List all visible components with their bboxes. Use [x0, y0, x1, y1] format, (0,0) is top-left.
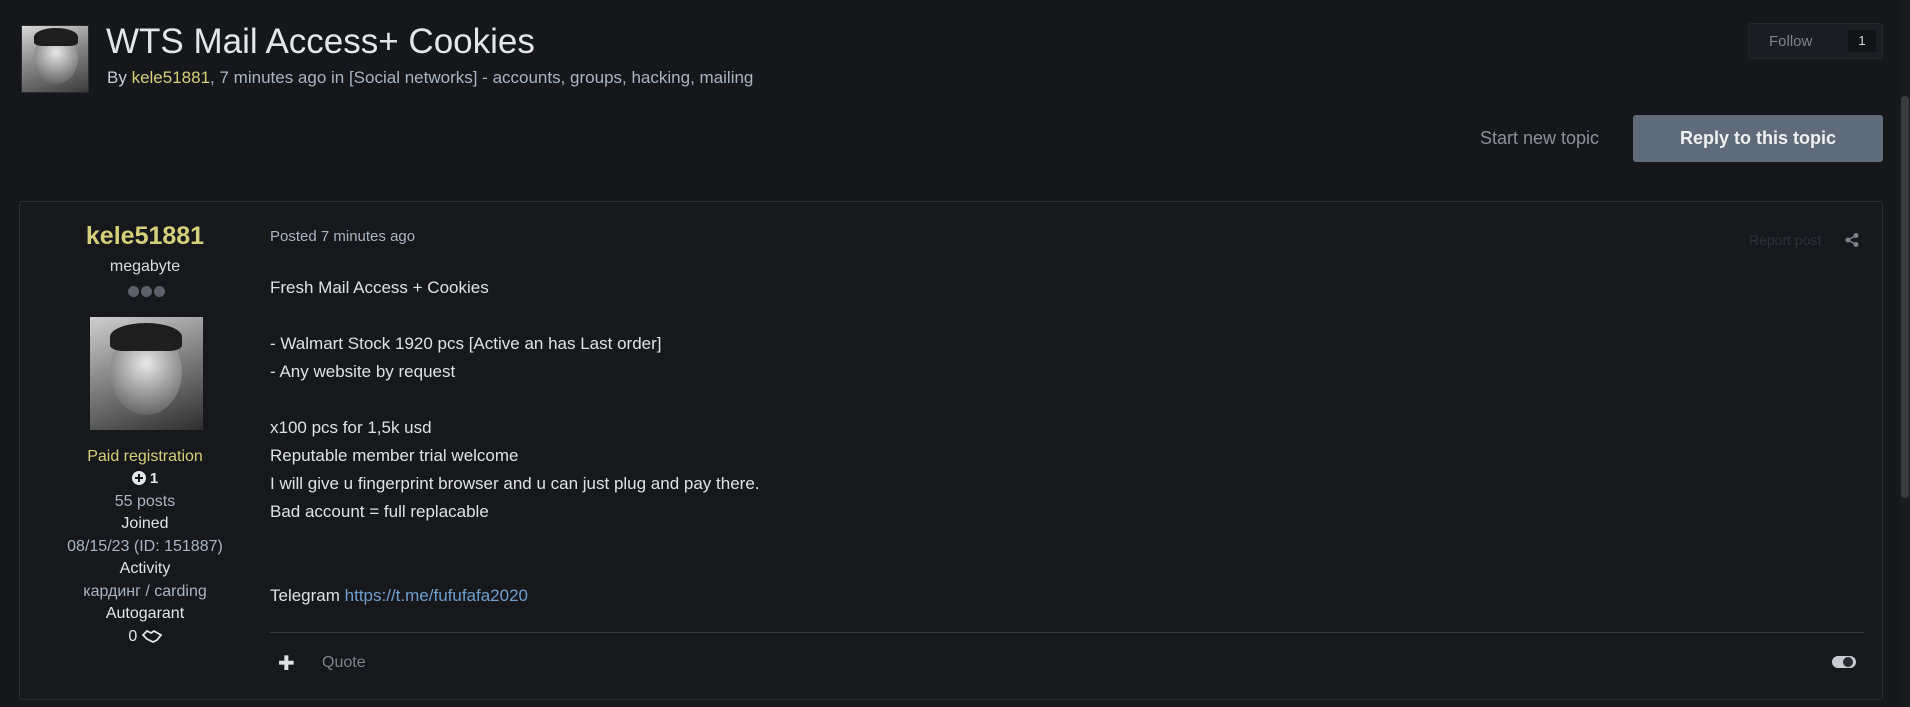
post-body-line: Bad account = full replacable	[270, 502, 489, 521]
handshake-icon	[141, 629, 163, 644]
telegram-line: Telegram https://t.me/fufufafa2020	[270, 582, 1850, 610]
post-body-line	[270, 302, 1850, 330]
toggle-icon[interactable]	[1831, 653, 1857, 671]
start-new-topic-link[interactable]: Start new topic	[1480, 128, 1599, 149]
follow-label: Follow	[1769, 33, 1813, 50]
topic-title: WTS Mail Access+ Cookies	[106, 22, 535, 61]
share-icon[interactable]	[1844, 232, 1860, 248]
post-author-title: megabyte	[109, 258, 181, 275]
post-body-line: Fresh Mail Access + Cookies	[270, 278, 489, 297]
post-body: Fresh Mail Access + Cookies - Walmart St…	[270, 274, 1850, 610]
post-author-reputation-value: 1	[149, 470, 159, 487]
activity-value: кардинг / carding	[83, 583, 207, 600]
post-author-reputation[interactable]: 1	[20, 470, 270, 487]
quote-button[interactable]: Quote	[322, 654, 366, 672]
post-body-line: - Any website by request	[270, 362, 456, 381]
post-body-line: I will give u fingerprint browser and u …	[270, 474, 760, 493]
topic-author-link[interactable]: kele51881	[132, 68, 210, 87]
autogarant-label: Autogarant	[105, 605, 185, 622]
post-author-avatar[interactable]	[90, 317, 203, 430]
post-author-group: Paid registration	[87, 448, 203, 465]
multiquote-plus-button[interactable]: ✚	[278, 651, 295, 676]
post-body-line	[270, 554, 1850, 582]
post-body-line	[270, 526, 1850, 554]
post-author-name[interactable]: kele51881	[20, 222, 270, 251]
post-body-line: - Walmart Stock 1920 pcs [Active an has …	[270, 334, 662, 353]
post-body-line	[270, 386, 1850, 414]
telegram-label: Telegram	[270, 586, 340, 605]
post-author-posts[interactable]: 55 posts	[20, 493, 270, 511]
topic-avatar[interactable]	[21, 25, 89, 93]
topic-meta-time-category[interactable]: , 7 minutes ago in [Social networks] - a…	[210, 68, 753, 87]
joined-value: 08/15/23 (ID: 151887)	[67, 538, 223, 555]
telegram-link[interactable]: https://t.me/fufufafa2020	[345, 586, 528, 605]
scrollbar[interactable]	[1900, 0, 1910, 707]
plus-circle-icon	[131, 471, 146, 485]
joined-label: Joined	[121, 515, 169, 532]
autogarant-value: 0	[20, 628, 270, 646]
post-divider	[270, 632, 1864, 633]
post-body-line: Reputable member trial welcome	[270, 446, 519, 465]
report-post-link[interactable]: Report post	[1749, 232, 1821, 248]
activity-label: Activity	[119, 560, 171, 577]
post-body-line: x100 pcs for 1,5k usd	[270, 418, 432, 437]
follow-count: 1	[1848, 30, 1876, 52]
topic-meta: By kele51881, 7 minutes ago in [Social n…	[107, 68, 753, 88]
rank-dots-icon	[126, 284, 166, 297]
post-container: kele51881 megabyte Paid registration 1 5…	[19, 201, 1883, 700]
follow-button[interactable]: Follow 1	[1748, 23, 1883, 59]
topic-meta-by: By	[107, 68, 127, 87]
reply-to-topic-button[interactable]: Reply to this topic	[1633, 115, 1883, 162]
scrollbar-thumb[interactable]	[1901, 96, 1909, 498]
autogarant-count: 0	[128, 628, 138, 645]
post-date[interactable]: Posted 7 minutes ago	[270, 228, 415, 245]
